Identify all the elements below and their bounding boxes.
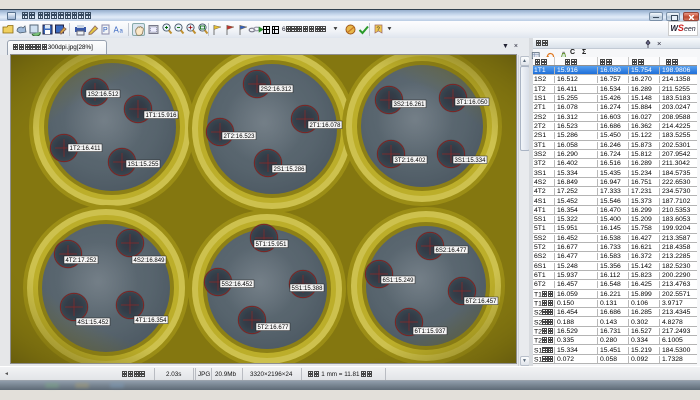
svg-text:1T1:15.916: 1T1:15.916 xyxy=(146,113,178,119)
svg-text:2T2:16.523: 2T2:16.523 xyxy=(224,134,256,140)
svg-text:6T2:16.457: 6T2:16.457 xyxy=(466,299,498,305)
svg-text:1S2:16.512: 1S2:16.512 xyxy=(88,92,120,98)
svg-text:1S1:15.255: 1S1:15.255 xyxy=(128,162,160,168)
svg-text:6T1:15.937: 6T1:15.937 xyxy=(415,329,447,335)
svg-text:P: P xyxy=(103,27,108,34)
svg-text:4T1:16.354: 4T1:16.354 xyxy=(136,318,168,324)
svg-text:2S1:15.286: 2S1:15.286 xyxy=(274,167,306,173)
svg-text:3T2:16.402: 3T2:16.402 xyxy=(395,158,427,164)
svg-text:1T2:16.411: 1T2:16.411 xyxy=(70,146,102,152)
svg-text:3S2:16.261: 3S2:16.261 xyxy=(394,102,426,108)
svg-text:6S2:16.477: 6S2:16.477 xyxy=(436,248,468,254)
svg-text:4S1:15.452: 4S1:15.452 xyxy=(78,320,110,326)
svg-text:5S1:15.388: 5S1:15.388 xyxy=(292,286,324,292)
svg-text:a: a xyxy=(120,29,124,35)
svg-text:5T1:15.951: 5T1:15.951 xyxy=(256,242,288,248)
svg-text:5T2:16.677: 5T2:16.677 xyxy=(258,325,290,331)
svg-text:2S2:16.312: 2S2:16.312 xyxy=(261,87,293,93)
svg-text:3T1:16.050: 3T1:16.050 xyxy=(457,100,489,106)
svg-text:4T2:17.252: 4T2:17.252 xyxy=(66,258,98,264)
svg-text:3S1:15.334: 3S1:15.334 xyxy=(455,158,487,164)
svg-text:6S1:15.249: 6S1:15.249 xyxy=(383,278,415,284)
svg-text:2T1:16.078: 2T1:16.078 xyxy=(310,123,342,129)
svg-text:5S2:16.452: 5S2:16.452 xyxy=(222,282,254,288)
svg-text:4S2:16.849: 4S2:16.849 xyxy=(134,258,166,264)
